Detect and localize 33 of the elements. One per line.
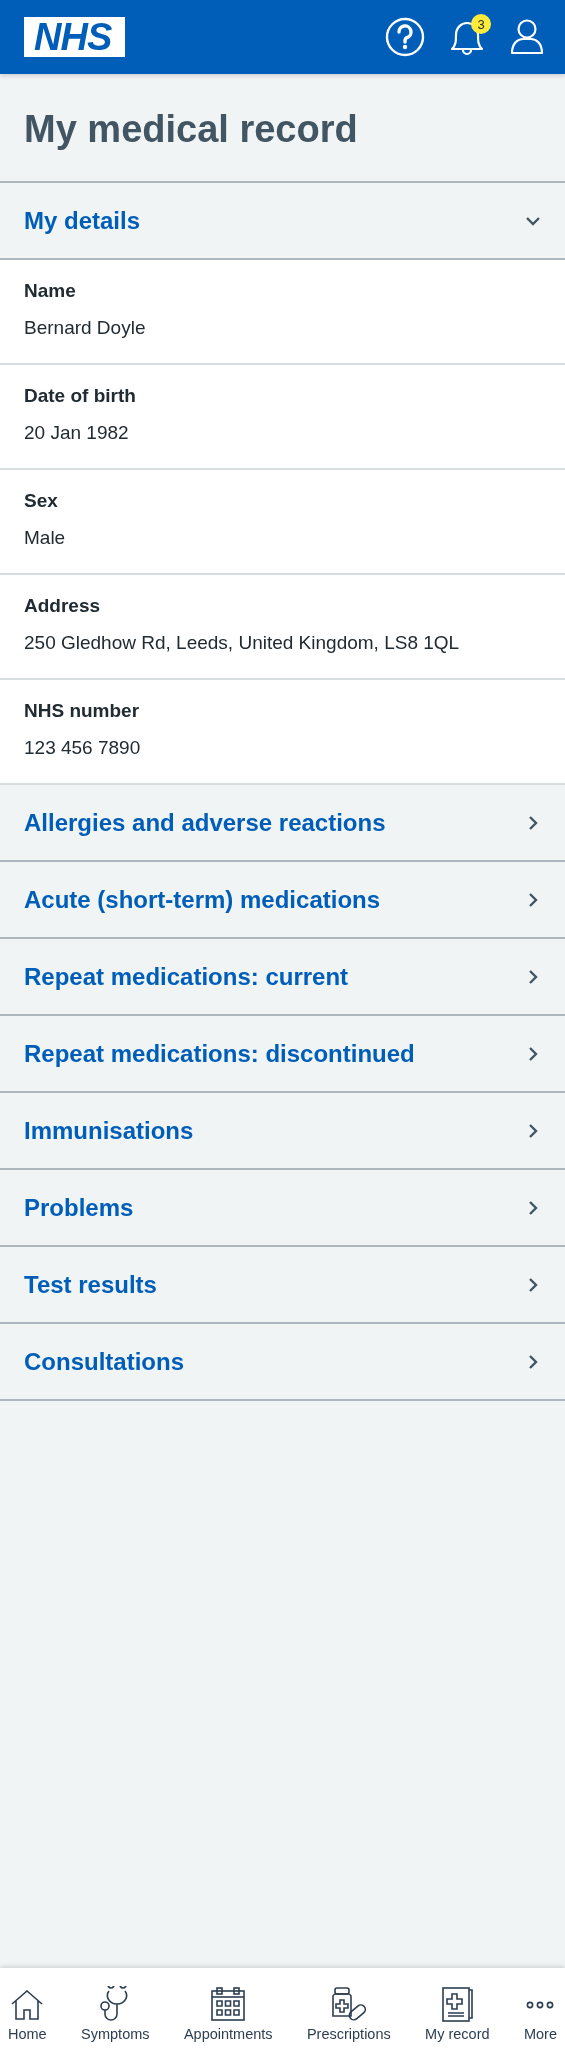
home-icon [10, 1988, 45, 2022]
record-section-link[interactable]: Acute (short-term) medications [0, 862, 565, 939]
nav-item[interactable]: My record [421, 1968, 494, 2048]
help-icon[interactable] [385, 17, 425, 57]
calendar-icon [210, 1986, 247, 2022]
detail-value: Bernard Doyle [24, 317, 147, 339]
record-section-link[interactable]: Repeat medications: current [0, 939, 565, 1016]
detail-value: Male [24, 527, 67, 549]
detail-label: NHS number [24, 700, 141, 722]
nhs-logo: NHS [24, 17, 126, 57]
record-section-link[interactable]: Problems [0, 1170, 565, 1247]
nav-item[interactable]: Symptoms [77, 1968, 154, 2048]
detail-label: Name [24, 280, 77, 302]
detail-value: 250 Gledhow Rd, Leeds, United Kingdom, LS8 1QL [24, 632, 461, 654]
nav-item[interactable]: Prescriptions [302, 1968, 395, 2048]
detail-value: 123 456 7890 [24, 737, 142, 759]
nav-item[interactable]: Home [4, 1968, 51, 2048]
more-icon [525, 2001, 556, 2009]
record-section-link[interactable]: Immunisations [0, 1093, 565, 1170]
detail-label: Address [24, 595, 102, 617]
detail-value: 20 Jan 1982 [24, 422, 130, 444]
notification-count: 3 [471, 14, 491, 34]
record-section-link[interactable]: Consultations [0, 1324, 565, 1401]
detail-label: Sex [24, 490, 59, 512]
detail-label: Date of birth [24, 385, 137, 407]
record-section-link[interactable]: Allergies and adverse reactions [0, 785, 565, 862]
nav-item[interactable]: Appointments [179, 1968, 277, 2048]
page-title: My medical record [0, 74, 565, 183]
record-section-link[interactable]: Test results [0, 1247, 565, 1324]
nav-item[interactable]: More [519, 1968, 561, 2048]
medical-record-icon [440, 1986, 475, 2022]
record-section-link[interactable]: Repeat medications: discontinued [0, 1016, 565, 1093]
profile-icon[interactable] [509, 17, 545, 57]
